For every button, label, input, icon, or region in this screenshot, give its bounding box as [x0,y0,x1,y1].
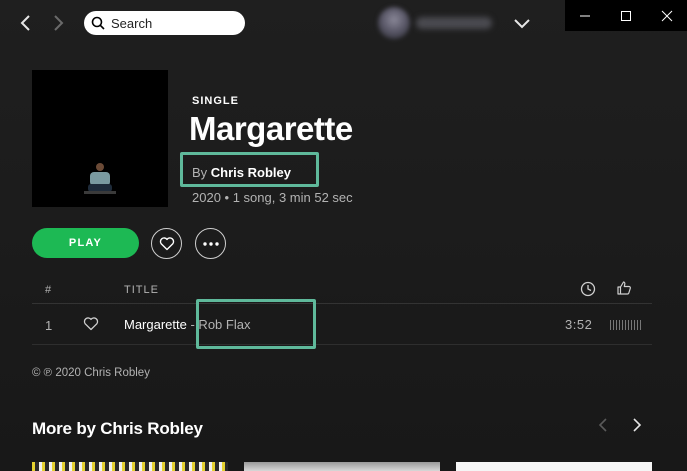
copyright: © ℗ 2020 Chris Robley [32,367,150,379]
profile-name-blurred [416,17,492,29]
search-input[interactable] [111,15,231,31]
album-type-label: SINGLE [192,95,239,107]
clock-icon [580,281,596,297]
popularity-bar [610,320,642,330]
back-button[interactable] [14,11,36,35]
chevron-right-icon [54,15,64,31]
chevron-down-icon [514,19,530,29]
featured-artist-highlight-box [196,299,316,349]
avatar [378,7,410,39]
header-divider [32,303,652,304]
album-title: Margarette [189,110,353,147]
close-button[interactable] [646,0,687,31]
search-icon [91,16,105,30]
maximize-button[interactable] [606,0,647,31]
column-title[interactable]: TITLE [124,284,159,296]
album-card-3[interactable] [456,462,652,471]
track-duration: 3:52 [565,317,593,332]
search-box[interactable] [84,11,245,35]
like-button[interactable] [151,228,182,259]
minimize-button[interactable] [565,0,606,31]
track-number: 1 [45,318,53,333]
album-cover [32,70,168,207]
minimize-icon [580,15,591,16]
duration-column-header[interactable] [580,281,596,302]
more-dots-icon [202,241,219,246]
more-options-button[interactable] [195,228,226,259]
heart-icon [83,317,99,331]
carousel-next-button[interactable] [628,416,646,434]
artist-highlight-box [180,152,319,187]
popularity-column-header[interactable] [616,280,632,301]
chevron-left-icon [598,418,607,432]
album-meta: 2020 • 1 song, 3 min 52 sec [192,190,353,205]
close-icon [661,10,673,21]
chevron-right-icon [633,418,642,432]
cover-person-image [84,163,116,194]
heart-icon [159,237,174,251]
album-card-1[interactable] [32,462,228,471]
play-button[interactable]: PLAY [32,228,139,258]
row-divider [32,344,652,345]
album-card-2[interactable] [244,462,440,471]
more-by-section-title[interactable]: More by Chris Robley [32,419,203,439]
window-controls [565,0,687,31]
user-profile[interactable] [378,6,498,40]
track-title-main: Margarette [124,317,187,332]
forward-button[interactable] [48,11,70,35]
profile-dropdown-button[interactable] [512,14,532,34]
carousel-prev-button[interactable] [594,416,612,434]
track-like-button[interactable] [83,316,99,336]
chevron-left-icon [20,15,30,31]
maximize-icon [621,10,631,21]
thumbs-up-icon [617,281,631,295]
column-number: # [45,284,53,296]
